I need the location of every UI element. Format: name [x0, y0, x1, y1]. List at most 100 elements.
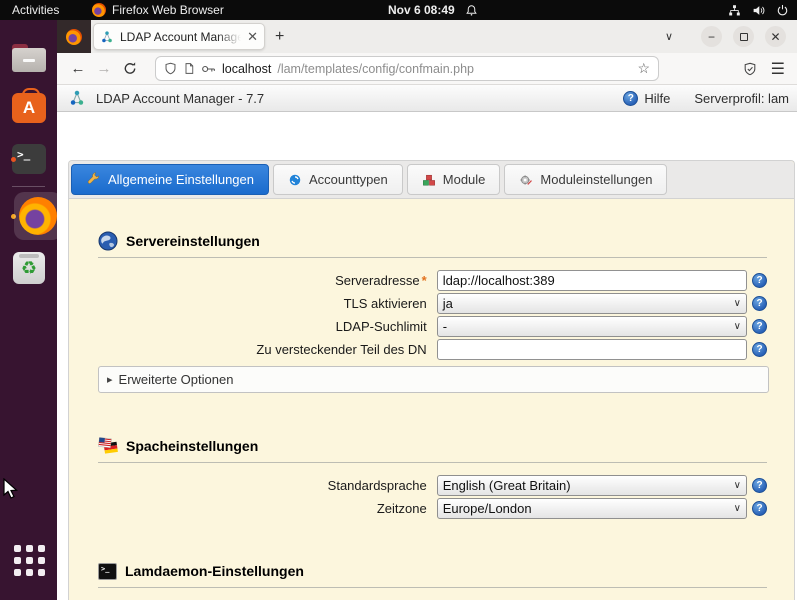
help-icon[interactable]: ?	[752, 319, 767, 334]
clock-menu[interactable]: Nov 6 08:49	[388, 3, 478, 17]
tls-select[interactable]: ja ∨	[436, 293, 747, 314]
dock-item-trash[interactable]: ♻	[9, 248, 49, 288]
tab-label: Moduleinstellungen	[540, 172, 653, 187]
browser-toolbar: ← → localhost/lam/templates/config/confm…	[57, 53, 797, 85]
field-label: Standardsprache	[327, 478, 427, 493]
focused-app-indicator[interactable]: Firefox Web Browser	[92, 3, 224, 17]
running-indicator	[11, 157, 16, 162]
forward-button[interactable]: →	[91, 60, 117, 77]
globe-icon	[98, 231, 118, 251]
volume-icon	[753, 5, 765, 15]
dock: A >_ ♻	[0, 20, 62, 600]
row-standardsprache: Standardsprache English (Great Britain) ∨…	[98, 474, 767, 497]
lam-title: LDAP Account Manager - 7.7	[96, 90, 265, 106]
show-applications-button[interactable]	[14, 545, 45, 576]
config-panel: Allgemeine Einstellungen Accounttypen Mo…	[68, 160, 795, 600]
system-status-area[interactable]	[728, 4, 789, 17]
section-divider	[98, 257, 767, 258]
sprache-select[interactable]: English (Great Britain) ∨	[436, 475, 747, 496]
focused-app-label: Firefox Web Browser	[112, 3, 224, 17]
modules-icon	[422, 174, 435, 185]
help-icon[interactable]: ?	[752, 273, 767, 288]
firefox-icon	[92, 3, 106, 17]
system-top-bar: Activities Firefox Web Browser Nov 6 08:…	[0, 0, 797, 20]
field-label: Zeitzone	[376, 501, 427, 516]
help-link[interactable]: Hilfe	[644, 91, 670, 106]
tab-moduleinstellungen[interactable]: Moduleinstellungen	[504, 164, 668, 195]
window-close-button[interactable]: ✕	[765, 26, 786, 47]
terminal-icon: >_	[98, 562, 117, 580]
suchlimit-select[interactable]: - ∨	[436, 316, 747, 337]
tab-label: Allgemeine Einstellungen	[108, 172, 254, 187]
browser-tab-bar: LDAP Account Manager E ✕ + ∨ − ✕	[57, 20, 797, 53]
url-bar[interactable]: localhost/lam/templates/config/confmain.…	[155, 56, 659, 81]
url-path: /lam/templates/config/confmain.php	[277, 61, 474, 76]
mouse-cursor	[3, 478, 18, 499]
passkey-icon	[202, 65, 215, 72]
bookmark-star-icon[interactable]: ☆	[637, 60, 650, 77]
help-icon[interactable]: ?	[752, 342, 767, 357]
window-minimize-button[interactable]: −	[701, 26, 722, 47]
lam-page: Allgemeine Einstellungen Accounttypen Mo…	[57, 112, 797, 600]
serveradresse-input[interactable]	[436, 270, 747, 291]
firefox-icon	[66, 28, 82, 45]
tab-accounttypen[interactable]: Accounttypen	[272, 164, 403, 195]
browser-tab[interactable]: LDAP Account Manager E ✕	[93, 23, 265, 50]
menu-button[interactable]: ☰	[771, 59, 785, 79]
trash-icon: ♻	[13, 252, 45, 284]
dock-item-files[interactable]	[9, 38, 49, 78]
flags-icon	[98, 437, 118, 454]
module-settings-icon	[520, 174, 533, 185]
field-label: Zu versteckender Teil des DN	[256, 342, 427, 357]
dock-item-terminal[interactable]: >_	[9, 139, 49, 179]
row-dn-teil: Zu versteckender Teil des DN ?	[98, 338, 767, 361]
erweiterte-optionen-expander[interactable]: Erweiterte Optionen	[98, 366, 769, 393]
activities-button[interactable]: Activities	[12, 3, 59, 17]
help-icon[interactable]: ?	[752, 501, 767, 516]
chevron-down-icon: ∨	[733, 503, 741, 514]
window-maximize-button[interactable]	[733, 26, 754, 47]
section-lamdaemon: >_ Lamdaemon-Einstellungen	[98, 561, 767, 581]
section-title: Servereinstellungen	[126, 233, 260, 249]
firefox-view-button[interactable]	[57, 20, 91, 53]
new-tab-button[interactable]: +	[275, 28, 284, 46]
required-marker: *	[421, 273, 427, 288]
config-tab-strip: Allgemeine Einstellungen Accounttypen Mo…	[69, 161, 794, 199]
chevron-down-icon: ∨	[733, 321, 741, 332]
tab-module[interactable]: Module	[406, 164, 501, 195]
field-label: TLS aktivieren	[343, 296, 427, 311]
tab-allgemeine-einstellungen[interactable]: Allgemeine Einstellungen	[71, 164, 269, 195]
help-icon[interactable]: ?	[752, 478, 767, 493]
field-label: LDAP-Suchlimit	[335, 319, 427, 334]
chevron-down-icon: ∨	[733, 480, 741, 491]
row-zeitzone: Zeitzone Europe/London ∨ ?	[98, 497, 767, 520]
tab-close-icon[interactable]: ✕	[247, 29, 258, 45]
server-profile-label: Serverprofil: lam	[694, 90, 789, 106]
section-divider	[98, 462, 767, 463]
terminal-icon: >_	[12, 144, 46, 174]
dn-teil-input[interactable]	[436, 339, 747, 360]
page-info-icon[interactable]	[183, 62, 195, 75]
section-spacheinstellungen: Spacheinstellungen	[98, 436, 767, 456]
dock-item-ubuntu-software[interactable]: A	[9, 88, 49, 128]
files-icon	[12, 44, 46, 72]
account-types-icon	[289, 174, 301, 185]
dock-item-firefox[interactable]	[9, 192, 62, 240]
power-icon	[777, 4, 788, 15]
back-button[interactable]: ←	[65, 60, 91, 77]
tracking-shield-icon[interactable]	[164, 62, 177, 75]
help-icon[interactable]: ?	[752, 296, 767, 311]
reload-button[interactable]	[117, 61, 143, 76]
firefox-window: LDAP Account Manager E ✕ + ∨ − ✕ ← →	[57, 20, 797, 600]
notification-bell-icon	[465, 4, 477, 16]
row-tls-aktivieren: TLS aktivieren ja ∨ ?	[98, 292, 767, 315]
row-ldap-suchlimit: LDAP-Suchlimit - ∨ ?	[98, 315, 767, 338]
list-tabs-chevron-icon[interactable]: ∨	[665, 30, 673, 43]
account-shield-icon[interactable]	[743, 62, 757, 76]
tab-label: Accounttypen	[308, 172, 388, 187]
wrench-icon	[87, 172, 99, 184]
dock-separator	[12, 186, 45, 187]
zeitzone-select[interactable]: Europe/London ∨	[436, 498, 747, 519]
section-title: Spacheinstellungen	[126, 438, 259, 454]
lam-header: LDAP Account Manager - 7.7 ? Hilfe Serve…	[57, 85, 797, 112]
